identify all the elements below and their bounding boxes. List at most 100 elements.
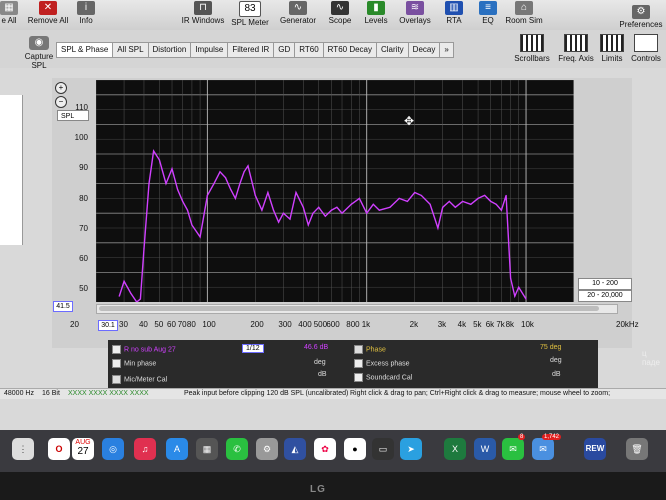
- range-top-box[interactable]: 10 - 200: [578, 278, 632, 290]
- tab-all-spl[interactable]: All SPL: [112, 42, 148, 58]
- min-phase-row[interactable]: Min phase: [112, 359, 156, 368]
- toolbar-scope[interactable]: ∿ Scope: [324, 0, 356, 30]
- y-cursor-readout: 41.5: [53, 301, 73, 312]
- dolphin-icon[interactable]: ◭: [284, 438, 306, 460]
- ir-windows-icon: ⊓: [194, 1, 212, 15]
- spl-trace-point: [261, 209, 263, 211]
- range-bottom-box[interactable]: 20 - 20,000: [578, 290, 632, 302]
- x-tick-label: 5k: [473, 320, 482, 329]
- scrollbars-toggle[interactable]: Scrollbars: [512, 34, 552, 63]
- spl-trace-point: [414, 191, 416, 194]
- toolbar-ir-windows[interactable]: ⊓ IR Windows: [180, 0, 226, 30]
- spl-trace-point: [239, 183, 241, 185]
- toolbar-spl-meter[interactable]: 83 SPL Meter: [230, 0, 270, 30]
- excel-icon[interactable]: X: [444, 438, 466, 460]
- y-tick-label: 80: [79, 194, 88, 203]
- toolbar-item-all[interactable]: ▦ e All: [0, 0, 18, 30]
- tab-more[interactable]: »: [439, 42, 454, 58]
- toolbar-overlays[interactable]: ≋ Overlays: [398, 0, 432, 30]
- mic-cal-row[interactable]: Mic/Meter Cal: [112, 375, 167, 384]
- launchpad-icon[interactable]: ⋮: [12, 438, 34, 460]
- trace-checkbox[interactable]: [112, 345, 121, 354]
- tab-impulse[interactable]: Impulse: [190, 42, 228, 58]
- scrollbar-thumb[interactable]: [99, 306, 599, 311]
- tab-decay[interactable]: Decay: [407, 42, 440, 58]
- opera-icon[interactable]: O: [48, 438, 70, 460]
- tab-spl-phase[interactable]: SPL & Phase: [56, 42, 113, 58]
- safari-icon[interactable]: ◎: [102, 438, 124, 460]
- calculator-icon[interactable]: ▦: [196, 438, 218, 460]
- min-phase-checkbox[interactable]: [112, 359, 121, 368]
- smoothing-select[interactable]: 1/12: [242, 344, 264, 353]
- whatsapp-icon[interactable]: ✆: [226, 438, 248, 460]
- spl-trace-point: [139, 298, 142, 300]
- spl-trace-point: [199, 236, 201, 238]
- tab-clarity[interactable]: Clarity: [376, 42, 408, 58]
- move-cursor-icon: ✥: [404, 114, 415, 128]
- min-phase-unit: deg: [314, 359, 326, 366]
- spl-trace-point: [341, 212, 343, 214]
- tab-rt60[interactable]: RT60: [294, 42, 323, 58]
- excess-phase-checkbox[interactable]: [354, 359, 363, 368]
- calendar-icon[interactable]: AUG 27: [72, 438, 94, 460]
- zoom-in-button[interactable]: +: [55, 82, 67, 94]
- capture-button[interactable]: ◉ Capture SPL: [22, 36, 56, 70]
- phase-checkbox[interactable]: [354, 345, 363, 354]
- toolbar-levels[interactable]: ▮ Levels: [360, 0, 392, 30]
- limits-icon: [600, 34, 624, 52]
- spl-trace-point: [318, 206, 320, 208]
- toolbar-remove-all[interactable]: ✕ Remove All: [26, 0, 70, 30]
- spl-plot[interactable]: [96, 80, 574, 302]
- app-store-icon[interactable]: A: [166, 438, 188, 460]
- soundcard-cal-checkbox[interactable]: [354, 373, 363, 382]
- messages-icon[interactable]: ✉: [502, 438, 524, 460]
- photos-icon[interactable]: ✿: [314, 438, 336, 460]
- spl-trace-point: [148, 183, 150, 185]
- monitor-bezel: [0, 472, 666, 500]
- telegram-icon[interactable]: ➤: [400, 438, 422, 460]
- freq-axis-button[interactable]: Freq. Axis: [556, 34, 596, 63]
- spl-trace-point: [477, 197, 479, 199]
- spl-trace-point: [123, 280, 125, 282]
- spl-trace-point: [176, 188, 179, 191]
- toolbar-info[interactable]: i Info: [74, 0, 98, 30]
- trace-name-row[interactable]: R no sub Aug 27: [112, 345, 176, 354]
- toolbar-eq[interactable]: ≡ EQ: [476, 0, 500, 30]
- trash-icon[interactable]: 🗑: [626, 438, 648, 460]
- limits-button[interactable]: Limits: [598, 34, 626, 63]
- tab-gd[interactable]: GD: [273, 42, 295, 58]
- spl-trace-point: [495, 203, 497, 205]
- horizontal-scrollbar[interactable]: [96, 304, 618, 314]
- tab-filtered-ir[interactable]: Filtered IR: [227, 42, 274, 58]
- peak-input-text: Peak input before clipping 120 dB SPL (u…: [184, 390, 349, 397]
- word-icon[interactable]: W: [474, 438, 496, 460]
- y-tick-label: 70: [79, 224, 88, 233]
- x-tick-label: 3k: [437, 320, 447, 329]
- x-tick-label: 10k: [521, 320, 534, 329]
- phase-row[interactable]: Phase: [354, 345, 386, 354]
- toolbar-generator[interactable]: ∿ Generator: [278, 0, 318, 30]
- spl-trace-point: [358, 197, 361, 199]
- controls-button[interactable]: Controls: [628, 34, 664, 63]
- spl-meter-display: 83: [239, 1, 261, 17]
- toolbar-rta[interactable]: ▥ RTA: [442, 0, 466, 30]
- scrollbars-icon: [520, 34, 544, 52]
- spl-trace-point: [191, 224, 193, 226]
- y-tick-label: 50: [79, 284, 88, 293]
- github-icon[interactable]: ●: [344, 438, 366, 460]
- mic-cal-checkbox[interactable]: [112, 375, 121, 384]
- soundcard-cal-row[interactable]: Soundcard Cal: [354, 373, 412, 382]
- spl-trace-point: [509, 277, 512, 279]
- settings-icon[interactable]: ⚙: [256, 438, 278, 460]
- tab-rt60-decay[interactable]: RT60 Decay: [322, 42, 376, 58]
- excess-phase-row[interactable]: Excess phase: [354, 359, 410, 368]
- audio-device-icon[interactable]: ▭: [372, 438, 394, 460]
- tab-distortion[interactable]: Distortion: [147, 42, 191, 58]
- gear-icon: ⚙: [632, 5, 650, 19]
- music-icon[interactable]: ♫: [134, 438, 156, 460]
- rew-icon[interactable]: REW: [584, 438, 606, 460]
- toolbar-room-sim[interactable]: ⌂ Room Sim: [504, 0, 544, 30]
- spl-trace-point: [153, 150, 155, 152]
- mail-icon[interactable]: ✉: [532, 438, 554, 460]
- spl-trace-point: [378, 209, 380, 211]
